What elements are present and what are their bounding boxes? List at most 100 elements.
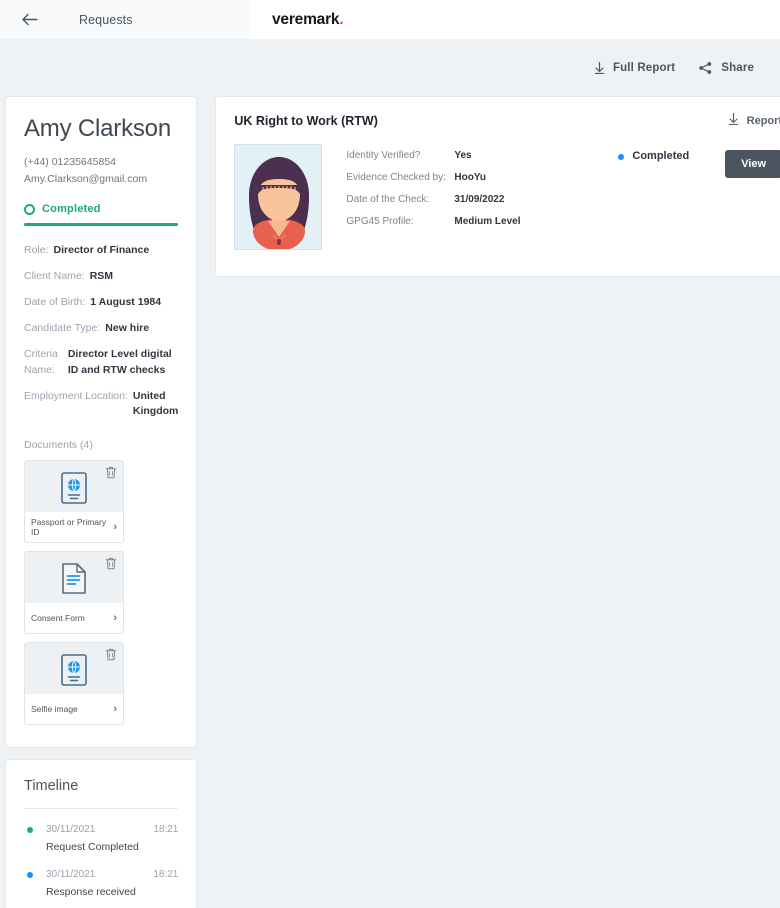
timeline-item: 30/11/2021 18:21 Response received — [24, 860, 178, 905]
field-criteria-name: Criteria Name: Director Level digital ID… — [24, 347, 178, 377]
field-date-of-birth: Date of Birth: 1 August 1984 — [24, 295, 178, 310]
blue-dot-icon — [618, 154, 624, 160]
documents-grid: Passport or Primary ID › — [24, 460, 178, 725]
candidate-name: Amy Clarkson — [24, 115, 178, 143]
green-dot-icon — [24, 824, 35, 853]
document-card-footer: Selfie image › — [25, 694, 123, 724]
candidate-photo — [234, 144, 322, 250]
field-value: Director Level digital ID and RTW checks — [68, 347, 179, 377]
status-badge: Completed — [42, 203, 101, 215]
share-icon — [699, 62, 712, 74]
app-root: Requests veremark. Full Report — [0, 0, 780, 908]
timeline-card: Timeline 30/11/2021 18:21 Request Comple… — [6, 760, 196, 908]
document-label: Selfie image — [31, 704, 113, 715]
document-card-passport[interactable]: Passport or Primary ID › — [24, 460, 124, 543]
document-card-footer: Consent Form › — [25, 603, 123, 633]
detail-value: HooYu — [454, 172, 486, 183]
detail-evidence-checked-by: Evidence Checked by: HooYu — [346, 172, 576, 183]
detail-gpg45-profile: GPG45 Profile: Medium Level — [346, 216, 576, 227]
full-report-button[interactable]: Full Report — [595, 62, 675, 74]
arrow-left-icon[interactable] — [17, 7, 43, 33]
field-client-name: Client Name: RSM — [24, 269, 178, 284]
timeline-description: Response received — [46, 886, 178, 898]
status-ring-icon — [24, 204, 35, 215]
document-label: Consent Form — [31, 613, 113, 624]
top-bar-right: veremark. — [249, 0, 780, 39]
field-value: New hire — [105, 321, 149, 336]
detail-date-of-check: Date of the Check: 31/09/2022 — [346, 194, 576, 205]
timeline-date: 30/11/2021 — [46, 824, 95, 835]
trash-icon[interactable] — [105, 648, 117, 666]
status-progress-bar — [24, 223, 178, 226]
field-label: Employment Location: — [24, 389, 128, 404]
document-card-selfie-image[interactable]: Selfie image › — [24, 642, 124, 725]
detail-value: 31/09/2022 — [454, 194, 504, 205]
field-value: Director of Finance — [54, 243, 150, 258]
candidate-phone: (+44) 01235645854 — [24, 154, 178, 171]
field-role: Role: Director of Finance — [24, 243, 178, 258]
detail-label: Identity Verified? — [346, 150, 454, 161]
timeline-time: 18:21 — [153, 869, 178, 880]
document-card-consent-form[interactable]: Consent Form › — [24, 551, 124, 634]
profile-status: Completed — [24, 203, 178, 215]
check-report-label: Report — [747, 115, 780, 127]
full-report-label: Full Report — [613, 62, 675, 74]
field-value: RSM — [90, 269, 113, 284]
field-candidate-type: Candidate Type: New hire — [24, 321, 178, 336]
detail-identity-verified: Identity Verified? Yes — [346, 150, 576, 161]
blue-dot-icon — [24, 869, 35, 898]
check-title: UK Right to Work (RTW) — [234, 114, 378, 128]
chevron-right-icon[interactable]: › — [113, 703, 117, 715]
left-column: Amy Clarkson (+44) 01235645854 Amy.Clark… — [6, 97, 196, 908]
field-value: 1 August 1984 — [90, 295, 161, 310]
chevron-right-icon[interactable]: › — [113, 521, 117, 533]
share-label: Share — [721, 62, 754, 74]
candidate-email: Amy.Clarkson@gmail.com — [24, 171, 178, 188]
field-employment-location: Employment Location: United Kingdom — [24, 389, 178, 419]
trash-icon[interactable] — [105, 557, 117, 575]
timeline-date: 30/11/2021 — [46, 869, 95, 880]
check-body: Identity Verified? Yes Evidence Checked … — [216, 142, 780, 276]
field-label: Role: — [24, 243, 49, 258]
field-value: United Kingdom — [133, 389, 178, 419]
document-card-footer: Passport or Primary ID › — [25, 512, 123, 542]
view-button[interactable]: View — [725, 150, 780, 178]
field-label: Criteria Name: — [24, 347, 58, 377]
download-icon — [729, 113, 738, 128]
logo-text: veremark — [272, 11, 339, 28]
download-icon — [595, 62, 604, 74]
logo-dot: . — [339, 11, 343, 28]
breadcrumb: Requests — [79, 13, 133, 27]
top-bar-left: Requests — [0, 0, 249, 39]
check-details: Identity Verified? Yes Evidence Checked … — [346, 144, 576, 250]
app-logo: veremark. — [272, 11, 343, 29]
check-status-badge: Completed — [632, 150, 689, 162]
detail-value: Yes — [454, 150, 471, 161]
check-status-group: Completed View — [618, 144, 780, 250]
timeline-item: 30/11/2021 18:21 Request Completed — [24, 815, 178, 860]
candidate-profile-card: Amy Clarkson (+44) 01235645854 Amy.Clark… — [6, 97, 196, 747]
detail-value: Medium Level — [454, 216, 520, 227]
action-row: Full Report Share — [0, 39, 780, 97]
detail-label: Date of the Check: — [346, 194, 454, 205]
timeline-title: Timeline — [24, 778, 178, 794]
field-label: Candidate Type: — [24, 321, 100, 336]
trash-icon[interactable] — [105, 466, 117, 484]
chevron-right-icon[interactable]: › — [113, 612, 117, 624]
body: Amy Clarkson (+44) 01235645854 Amy.Clark… — [0, 97, 780, 908]
right-column: UK Right to Work (RTW) Report — [216, 97, 780, 276]
rtw-check-card: UK Right to Work (RTW) Report — [216, 97, 780, 276]
timeline-description: Request Completed — [46, 841, 178, 853]
documents-heading: Documents (4) — [24, 439, 178, 451]
top-bar: Requests veremark. — [0, 0, 780, 39]
candidate-fields: Role: Director of Finance Client Name: R… — [24, 243, 178, 420]
field-label: Client Name: — [24, 269, 85, 284]
check-report-button[interactable]: Report — [729, 113, 780, 128]
detail-label: Evidence Checked by: — [346, 172, 454, 183]
share-button[interactable]: Share — [699, 62, 754, 74]
detail-label: GPG45 Profile: — [346, 216, 454, 227]
divider — [24, 808, 178, 809]
timeline-time: 18:21 — [153, 824, 178, 835]
check-header: UK Right to Work (RTW) Report — [216, 97, 780, 142]
field-label: Date of Birth: — [24, 295, 85, 310]
